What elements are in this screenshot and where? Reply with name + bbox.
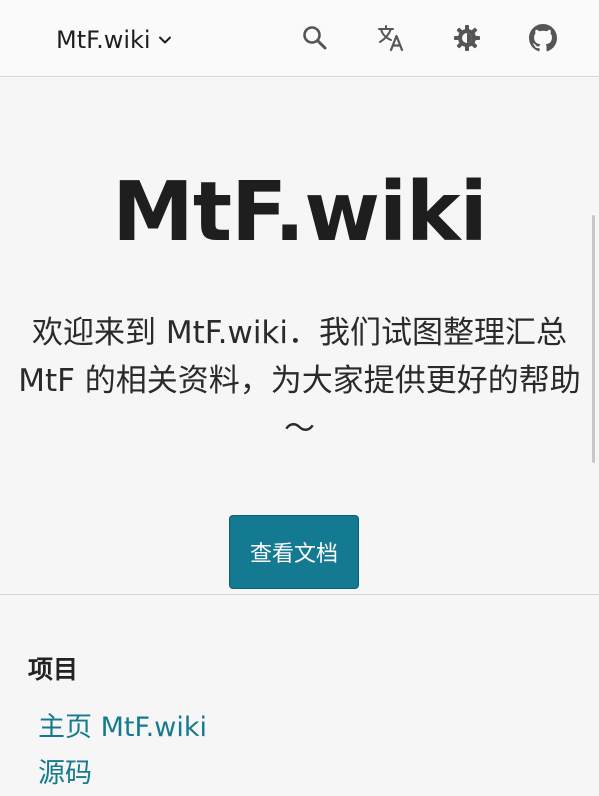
brand-label: MtF.wiki — [56, 26, 151, 54]
site-brand-dropdown[interactable]: MtF.wiki — [56, 24, 173, 56]
search-icon — [303, 26, 327, 50]
github-link[interactable] — [527, 22, 559, 54]
footer: 项目 主页 MtF.wiki 源码 — [0, 595, 599, 796]
scrollbar-thumb[interactable] — [592, 215, 595, 463]
footer-link-source[interactable]: 源码 — [38, 751, 92, 790]
theme-toggle-icon — [454, 25, 480, 51]
theme-toggle-button[interactable] — [451, 22, 483, 54]
top-navbar: MtF.wiki — [0, 0, 599, 77]
translate-icon — [378, 25, 404, 52]
page: MtF.wiki MtF.wiki 欢迎来到 MtF.wiki．我们试图整理汇总… — [0, 0, 599, 796]
hero-description: 欢迎来到 MtF.wiki．我们试图整理汇总 MtF 的相关资料，为大家提供更好… — [18, 315, 581, 447]
search-button[interactable] — [299, 22, 331, 54]
github-icon — [529, 24, 557, 52]
hero-section: MtF.wiki 欢迎来到 MtF.wiki．我们试图整理汇总 MtF 的相关资… — [0, 77, 599, 594]
footer-heading: 项目 — [28, 655, 79, 684]
language-button[interactable] — [375, 22, 407, 54]
footer-link-home[interactable]: 主页 MtF.wiki — [38, 705, 207, 744]
view-docs-button[interactable]: 查看文档 — [229, 515, 359, 589]
hero-title: MtF.wiki — [112, 165, 487, 260]
chevron-down-icon — [158, 36, 171, 44]
